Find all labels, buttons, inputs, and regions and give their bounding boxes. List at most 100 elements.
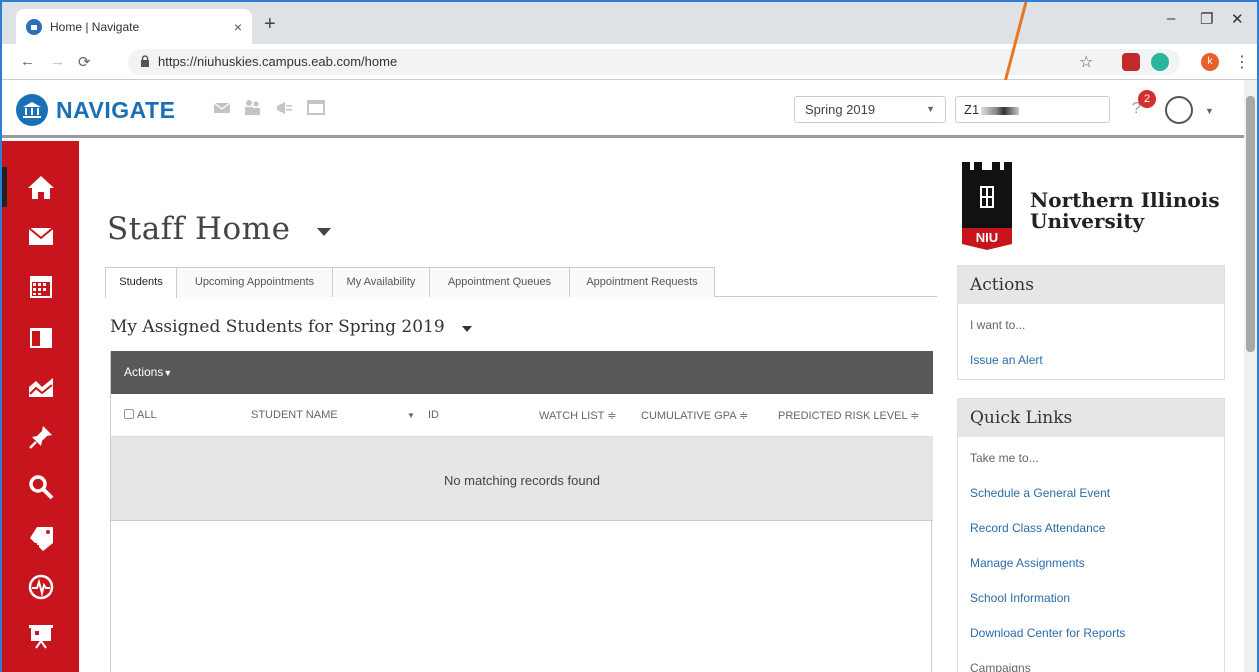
- tab-upcoming-appointments[interactable]: Upcoming Appointments: [176, 267, 333, 297]
- manage-assignments-link[interactable]: Manage Assignments: [970, 556, 1085, 570]
- user-avatar[interactable]: [1165, 96, 1193, 124]
- browser-tab-bar: Home | Navigate × + – ❐ ✕: [2, 2, 1257, 44]
- university-name-line-1: Northern Illinois: [1030, 188, 1220, 212]
- actions-dropdown[interactable]: Actions▼: [124, 365, 172, 379]
- term-select[interactable]: Spring 2019 ▼: [794, 96, 946, 123]
- quick-links-panel: Quick Links Take me to... Schedule a Gen…: [957, 398, 1225, 672]
- pulse-icon: [28, 574, 53, 600]
- close-window-button[interactable]: ✕: [1231, 10, 1244, 28]
- page-title: Staff Home: [107, 211, 291, 247]
- campus-icon: [16, 94, 48, 126]
- sidebar-item-presentations[interactable]: [2, 616, 79, 656]
- issue-alert-link[interactable]: Issue an Alert: [970, 353, 1043, 367]
- minimize-button[interactable]: –: [1167, 10, 1175, 27]
- school-information-link[interactable]: School Information: [970, 591, 1070, 605]
- seal-text: NIU: [976, 230, 998, 245]
- back-icon[interactable]: ←: [20, 53, 35, 70]
- sidebar-item-home[interactable]: [2, 167, 79, 207]
- select-all-checkbox[interactable]: ALL: [124, 409, 157, 421]
- tab-title: Home | Navigate: [50, 19, 140, 34]
- actions-panel-title: Actions: [958, 266, 1224, 304]
- sidebar-item-health[interactable]: [2, 567, 79, 607]
- university-logo: NIU Northern Illinois University: [958, 160, 1228, 250]
- scrollbar-thumb[interactable]: [1246, 96, 1255, 352]
- download-center-link[interactable]: Download Center for Reports: [970, 626, 1125, 640]
- reload-icon[interactable]: ⟳: [78, 53, 91, 71]
- extension-pocket-icon[interactable]: [1122, 53, 1140, 71]
- restore-button[interactable]: ❐: [1200, 10, 1213, 28]
- notification-badge[interactable]: 2: [1138, 90, 1156, 108]
- forward-icon[interactable]: →: [50, 53, 65, 70]
- sidebar-item-add-tag[interactable]: [2, 518, 79, 558]
- quick-links-title: Quick Links: [958, 399, 1224, 437]
- new-tab-button[interactable]: +: [264, 14, 276, 34]
- sidebar-item-messages[interactable]: [2, 216, 79, 256]
- browser-tab[interactable]: Home | Navigate ×: [16, 9, 252, 44]
- chevron-down-icon: ▼: [163, 368, 173, 378]
- pin-icon: [28, 426, 52, 449]
- mail-icon[interactable]: [214, 102, 230, 114]
- tab-students[interactable]: Students: [105, 267, 177, 298]
- address-bar: ← → ⟳ https://niuhuskies.campus.eab.com/…: [2, 44, 1257, 80]
- calendar-icon: [29, 276, 52, 298]
- page-scrollbar[interactable]: [1244, 80, 1257, 672]
- schedule-general-event-link[interactable]: Schedule a General Event: [970, 486, 1110, 500]
- sort-desc-icon[interactable]: ▼: [407, 411, 415, 420]
- section-heading: My Assigned Students for Spring 2019: [110, 317, 445, 337]
- home-icon: [27, 176, 54, 199]
- app-header: NAVIGATE Spring 2019 ▼ Z1 ? 2 ▼: [2, 80, 1257, 138]
- profile-avatar[interactable]: k: [1201, 53, 1219, 71]
- bookmark-star-icon[interactable]: ☆: [1079, 52, 1093, 72]
- sidebar-item-calendar[interactable]: [2, 266, 79, 306]
- sidebar-item-reports[interactable]: [2, 367, 79, 407]
- user-menu-chevron-icon[interactable]: ▼: [1205, 106, 1214, 116]
- empty-message: No matching records found: [443, 473, 601, 488]
- term-select-value: Spring 2019: [805, 102, 876, 117]
- sidebar-item-search[interactable]: [2, 467, 79, 507]
- university-name-line-2: University: [1030, 209, 1145, 233]
- browser-menu-icon[interactable]: ⋮: [1234, 52, 1250, 72]
- main-content: Staff Home Students Upcoming Appointment…: [79, 141, 1244, 672]
- tab-appointment-queues[interactable]: Appointment Queues: [429, 267, 570, 297]
- actions-panel: Actions I want to... Issue an Alert: [957, 265, 1225, 380]
- column-cumulative-gpa[interactable]: CUMULATIVE GPA ≑: [641, 409, 748, 422]
- reports-icon: [28, 378, 53, 397]
- column-student-name[interactable]: STUDENT NAME: [251, 409, 338, 421]
- extension-green-icon[interactable]: [1151, 53, 1169, 71]
- tab-close-icon[interactable]: ×: [234, 19, 242, 35]
- add-tag-icon: [29, 527, 53, 551]
- window-icon[interactable]: [307, 100, 325, 115]
- megaphone-icon[interactable]: [275, 102, 293, 114]
- record-class-attendance-link[interactable]: Record Class Attendance: [970, 521, 1105, 535]
- select-all-label: ALL: [137, 409, 157, 421]
- column-watch-list[interactable]: WATCH LIST ≑: [539, 409, 616, 422]
- navigate-logo[interactable]: NAVIGATE: [16, 94, 175, 126]
- actions-label: Actions: [124, 365, 164, 379]
- tab-my-availability[interactable]: My Availability: [332, 267, 430, 297]
- term-switch-chevron-icon[interactable]: [462, 326, 472, 332]
- lock-icon: [141, 55, 149, 67]
- student-search-input[interactable]: Z1: [955, 96, 1110, 123]
- url-text: https://niuhuskies.campus.eab.com/home: [158, 54, 398, 69]
- search-icon: [28, 475, 53, 500]
- page-switch-chevron-icon[interactable]: [317, 228, 331, 236]
- presentation-icon: [28, 625, 53, 649]
- book-icon: [29, 328, 52, 348]
- sidebar-item-library[interactable]: [2, 317, 79, 357]
- left-sidebar: [2, 141, 79, 672]
- mail-icon: [27, 227, 54, 245]
- quick-links-prompt: Take me to...: [970, 451, 1039, 465]
- campaigns-link[interactable]: Campaigns: [970, 661, 1031, 672]
- tab-appointment-requests[interactable]: Appointment Requests: [569, 267, 715, 297]
- sidebar-item-pins[interactable]: [2, 417, 79, 457]
- chevron-down-icon: ▼: [926, 104, 935, 114]
- column-id[interactable]: ID: [428, 409, 439, 421]
- column-predicted-risk-level[interactable]: PREDICTED RISK LEVEL ≑: [778, 409, 919, 422]
- people-icon[interactable]: [243, 99, 261, 115]
- table-toolbar: Actions▼: [111, 351, 933, 394]
- content-tabs: Students Upcoming Appointments My Availa…: [105, 267, 937, 298]
- university-name: Northern Illinois University: [1030, 190, 1220, 232]
- niu-seal-icon: NIU: [962, 162, 1012, 250]
- students-table: Actions▼ ALL STUDENT NAME ▼ ID WATCH LIS…: [110, 351, 933, 672]
- empty-table-row: No matching records found: [111, 437, 933, 521]
